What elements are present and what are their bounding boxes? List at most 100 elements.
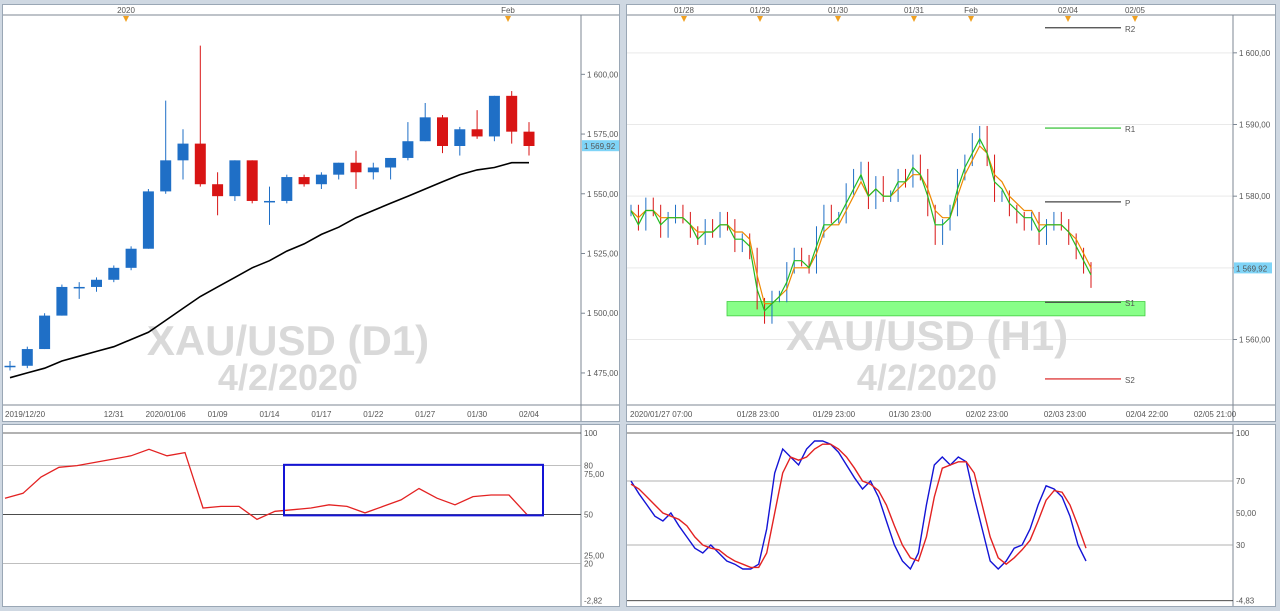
period-marker-icon — [968, 16, 974, 22]
candle-body — [506, 95, 518, 132]
top-period-label: 01/29 — [750, 6, 771, 15]
x-tick-label: 01/27 — [415, 410, 436, 419]
h1-stochastic-chart[interactable]: 100 70 50,00 30 -4,83 — [627, 425, 1275, 606]
top-period-label: 2020 — [117, 6, 135, 15]
top-period-label: Feb — [964, 6, 978, 15]
candle-body — [437, 117, 448, 146]
candle-body — [56, 286, 68, 316]
x-tick-label: 2020/01/27 07:00 — [630, 410, 693, 419]
period-marker-icon — [911, 16, 917, 22]
stochastic-k-line — [630, 440, 1087, 571]
candle-body — [402, 141, 414, 158]
candle-body — [4, 365, 16, 368]
x-tick-label: 02/03 23:00 — [1044, 410, 1087, 419]
candle-body — [315, 174, 327, 185]
y-tick-label: 100 — [584, 429, 598, 438]
x-tick-label: 01/29 23:00 — [813, 410, 856, 419]
y-tick-label: 1 575,00 — [587, 130, 619, 139]
h1-indicator-panel[interactable]: 100 70 50,00 30 -4,83 — [626, 424, 1276, 607]
candle-body — [229, 160, 241, 197]
top-period-label: 02/04 — [1058, 6, 1079, 15]
last-price-label: 1 569,92 — [1236, 264, 1268, 273]
period-marker-icon — [123, 16, 129, 22]
x-tick-label: 01/09 — [208, 410, 229, 419]
x-tick-label: 01/30 23:00 — [889, 410, 932, 419]
pivot-label: S2 — [1125, 376, 1135, 385]
period-marker-icon — [505, 16, 511, 22]
candle-body — [21, 349, 33, 366]
candle-body — [471, 129, 483, 137]
x-tick-label: 2019/12/20 — [5, 410, 46, 419]
candle-body — [177, 143, 189, 161]
period-marker-icon — [835, 16, 841, 22]
y-tick-label: 1 590,00 — [1239, 121, 1271, 130]
x-tick-label: 02/04 22:00 — [1126, 410, 1169, 419]
d1-indicator-panel[interactable]: 100 80 75,00 50 25,00 20 -2,82 — [2, 424, 620, 607]
y-tick-label: 1 550,00 — [587, 190, 619, 199]
x-tick-label: 2020/01/06 — [146, 410, 187, 419]
oscillator-line — [4, 448, 528, 521]
x-tick-label: 01/28 23:00 — [737, 410, 780, 419]
candle-body — [281, 177, 293, 201]
last-price-label: 1 569,92 — [584, 142, 616, 151]
period-marker-icon — [1132, 16, 1138, 22]
candle-body — [488, 95, 500, 137]
candle-body — [385, 157, 397, 168]
period-marker-icon — [757, 16, 763, 22]
pivot-label: R1 — [1125, 125, 1136, 134]
x-tick-label: 01/22 — [363, 410, 384, 419]
d1-price-panel[interactable]: XAU/USD (D1) 4/2/2020 1 600,00 1 575,00 1 … — [2, 4, 620, 422]
y-tick-label: 1 600,00 — [587, 70, 619, 79]
watermark-date: 4/2/2020 — [857, 357, 997, 398]
y-tick-label: 1 500,00 — [587, 309, 619, 318]
y-tick-label: 100 — [1236, 429, 1250, 438]
y-tick-label: 1 580,00 — [1239, 192, 1271, 201]
candle-body — [91, 279, 102, 287]
candle-body — [523, 131, 535, 146]
x-tick-label: 02/02 23:00 — [966, 410, 1009, 419]
stochastic-d-line — [630, 443, 1087, 569]
candle-body — [73, 286, 85, 289]
x-tick-label: 02/04 — [519, 410, 540, 419]
y-tick-label: 50 — [584, 511, 593, 520]
top-period-label: 01/28 — [674, 6, 695, 15]
candle-body — [142, 191, 154, 249]
y-tick-label: -2,82 — [584, 597, 603, 606]
d1-candlestick-chart[interactable]: XAU/USD (D1) 4/2/2020 1 600,001 575,001 … — [3, 5, 619, 421]
watermark-date: 4/2/2020 — [218, 357, 358, 398]
y-tick-label: 1 600,00 — [1239, 49, 1271, 58]
y-tick-label: 1 560,00 — [1239, 336, 1271, 345]
annotation-box — [283, 463, 544, 517]
trading-workspace: XAU/USD (D1) 4/2/2020 1 600,00 1 575,00 1 … — [0, 0, 1280, 611]
y-tick-label: 75,00 — [584, 470, 605, 479]
y-tick-label: 50,00 — [1236, 509, 1257, 518]
candle-body — [333, 162, 345, 175]
d1-oscillator-chart[interactable]: 1008075,005025,0020-2,82 — [3, 425, 619, 606]
candle-body — [454, 129, 466, 146]
h1-price-chart[interactable]: XAU/USD (H1) 4/2/2020 1 600,00 1 590,00 1 … — [627, 5, 1275, 421]
candle-body — [39, 315, 51, 350]
y-tick-label: 20 — [584, 559, 593, 568]
top-period-label: 01/31 — [904, 6, 925, 15]
h1-price-panel[interactable]: XAU/USD (H1) 4/2/2020 1 600,00 1 590,00 1 … — [626, 4, 1276, 422]
candle-body — [194, 143, 206, 185]
period-marker-icon — [1065, 16, 1071, 22]
x-tick-label: 01/17 — [311, 410, 332, 419]
candle-body — [108, 267, 120, 280]
pivot-label: P — [1125, 199, 1130, 208]
x-tick-label: 02/05 21:00 — [1194, 410, 1237, 419]
candle-body — [419, 117, 431, 142]
top-period-label: 02/05 — [1125, 6, 1146, 15]
watermark-symbol: XAU/USD (H1) — [786, 312, 1068, 359]
y-tick-label: 30 — [1236, 541, 1245, 550]
top-period-label: Feb — [501, 6, 515, 15]
y-tick-label: 1 475,00 — [587, 369, 619, 378]
candle-body — [350, 162, 362, 173]
top-period-label: 01/30 — [828, 6, 849, 15]
x-tick-label: 12/31 — [104, 410, 125, 419]
candle-body — [212, 184, 224, 197]
x-tick-label: 01/14 — [259, 410, 280, 419]
candle-body — [367, 167, 379, 173]
x-tick-label: 01/30 — [467, 410, 488, 419]
candle-body — [125, 248, 137, 268]
